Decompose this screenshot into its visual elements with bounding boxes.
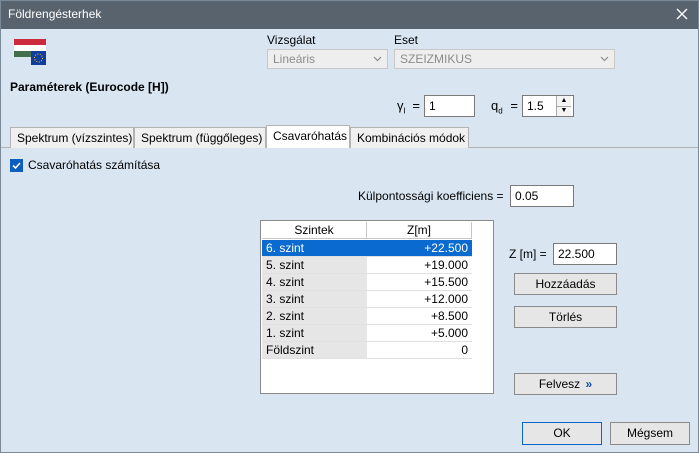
dialog-window: Földrengésterhek Vizsgálat Lineáris Eset…	[0, 0, 699, 453]
vizsgalat-select[interactable]: Lineáris	[267, 49, 388, 69]
gamma-label: γI =	[397, 98, 420, 116]
ok-button-label: OK	[553, 426, 571, 440]
eccentricity-label: Külpontossági koefficiens =	[358, 189, 504, 203]
z-cell: +8.500	[367, 308, 472, 325]
level-cell: 6. szint	[262, 240, 367, 257]
table-row[interactable]: 5. szint +19.000	[262, 257, 472, 274]
tab-label: Kombinációs módok	[357, 131, 466, 145]
gamma-subscript: I	[403, 106, 406, 116]
z-cell: +5.000	[367, 325, 472, 342]
table-row[interactable]: 4. szint +15.500	[262, 274, 472, 291]
chevron-down-icon	[373, 56, 382, 62]
q-subscript: d	[498, 106, 503, 116]
delete-button[interactable]: Törlés	[514, 306, 617, 328]
tab-label: Spektrum (vízszintes)	[17, 131, 133, 145]
ok-button[interactable]: OK	[522, 422, 602, 445]
column-header-z[interactable]: Z[m]	[367, 222, 472, 239]
tab-spectrum-horizontal[interactable]: Spektrum (vízszintes)	[10, 127, 134, 148]
table-row[interactable]: 6. szint +22.500	[262, 240, 472, 257]
qd-label: qd =	[491, 98, 518, 116]
close-icon[interactable]	[672, 4, 692, 24]
qd-value: 1.5	[527, 99, 544, 113]
tab-label: Csavaróhatás	[273, 129, 348, 143]
level-cell: 4. szint	[262, 274, 367, 291]
z-cell: 0	[367, 342, 472, 359]
stepper-down-icon[interactable]: ▼	[557, 106, 571, 116]
z-cell: +12.000	[367, 291, 472, 308]
level-cell: Földszint	[262, 342, 367, 359]
vizsgalat-label: Vizsgálat	[267, 33, 316, 47]
level-cell: 1. szint	[262, 325, 367, 342]
tab-spectrum-vertical[interactable]: Spektrum (függőleges)	[134, 127, 266, 148]
cancel-button[interactable]: Mégsem	[610, 422, 690, 445]
eset-label: Eset	[394, 33, 419, 47]
qd-equals: =	[510, 98, 518, 113]
check-icon	[12, 162, 21, 170]
add-button[interactable]: Hozzáadás	[514, 273, 617, 295]
window-title: Földrengésterhek	[8, 7, 102, 21]
parameters-title: Paraméterek (Eurocode [H])	[10, 80, 169, 94]
cancel-button-label: Mégsem	[626, 426, 673, 440]
levels-table[interactable]: Szintek Z[m] 6. szint +22.500 5. szint +19.…	[260, 220, 494, 394]
column-header-levels[interactable]: Szintek	[262, 222, 367, 239]
level-cell: 5. szint	[262, 257, 367, 274]
z-cell: +15.500	[367, 274, 472, 291]
z-label: Z [m] =	[509, 247, 547, 261]
eccentricity-input[interactable]: 0.05	[510, 185, 574, 207]
level-cell: 2. szint	[262, 308, 367, 325]
table-row[interactable]: 1. szint +5.000	[262, 325, 472, 342]
pickup-button[interactable]: Felvesz »	[514, 373, 617, 395]
hungarian-eu-flag-icon	[14, 39, 46, 65]
table-row[interactable]: 2. szint +8.500	[262, 308, 472, 325]
eset-select[interactable]: SZEIZMIKUS	[394, 49, 615, 69]
delete-button-label: Törlés	[548, 310, 583, 324]
tab-label: Spektrum (függőleges)	[141, 131, 263, 145]
chevron-down-icon	[600, 56, 609, 62]
tab-torsion[interactable]: Csavaróhatás	[266, 125, 350, 148]
table-header: Szintek Z[m]	[262, 222, 472, 239]
gamma-equals: =	[412, 98, 420, 113]
torsion-checkbox-label: Csavaróhatás számítása	[28, 158, 161, 172]
qd-stepper[interactable]: ▲ ▼	[556, 96, 571, 116]
table-row[interactable]: 3. szint +12.000	[262, 291, 472, 308]
level-cell: 3. szint	[262, 291, 367, 308]
title-bar: Földrengésterhek	[1, 1, 698, 29]
z-cell: +19.000	[367, 257, 472, 274]
tab-combination-modes[interactable]: Kombinációs módok	[350, 127, 469, 148]
z-cell: +22.500	[367, 240, 472, 257]
pickup-button-label: Felvesz	[538, 377, 581, 391]
torsion-checkbox[interactable]	[10, 159, 23, 172]
table-row[interactable]: Földszint 0	[262, 342, 472, 359]
gamma-input[interactable]: 1	[424, 95, 475, 117]
z-input[interactable]: 22.500	[553, 243, 617, 265]
eset-value: SZEIZMIKUS	[400, 52, 473, 66]
add-button-label: Hozzáadás	[535, 277, 596, 291]
double-chevron-right-icon: »	[585, 377, 593, 391]
vizsgalat-value: Lineáris	[273, 52, 316, 66]
